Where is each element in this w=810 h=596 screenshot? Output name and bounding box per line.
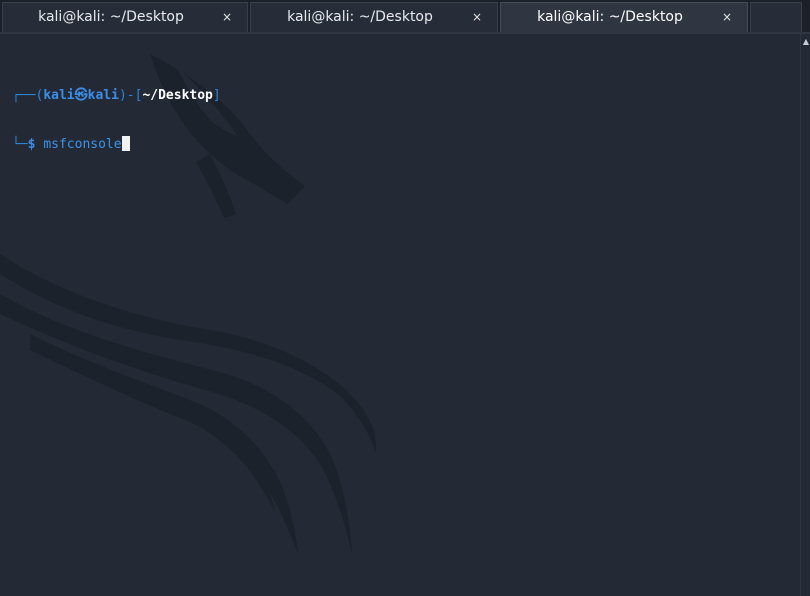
tab-title: kali@kali: ~/Desktop [537,9,683,25]
tab-title: kali@kali: ~/Desktop [38,9,184,25]
prompt-bracket-join: )-[ [118,88,143,103]
terminal-view[interactable]: ┌──(kali㉿kali)-[~/Desktop] └─$ msfconsol… [0,34,800,596]
prompt-dollar: $ [27,137,36,152]
prompt-line-2: └─$ msfconsole [12,136,221,152]
close-tab-icon[interactable]: × [221,11,233,23]
prompt-bracket-close: ] [212,88,221,103]
tab-bar: kali@kali: ~/Desktop × kali@kali: ~/Desk… [0,0,810,34]
prompt-frame-top: ┌──( [12,88,44,103]
close-tab-icon[interactable]: × [721,11,733,23]
prompt-line-1: ┌──(kali㉿kali)-[~/Desktop] [12,88,221,104]
terminal-scrollbar[interactable]: ▲ [800,34,810,596]
typed-command: msfconsole [43,137,122,152]
prompt-host: kali [87,88,119,103]
tab-overflow-edge [750,2,802,32]
prompt-frame-bottom: └─ [12,137,28,152]
tab-title: kali@kali: ~/Desktop [287,9,433,25]
terminal-tab-3-active[interactable]: kali@kali: ~/Desktop × [500,2,748,32]
prompt-path: ~/Desktop [142,88,213,103]
scroll-up-arrow-icon[interactable]: ▲ [802,38,810,46]
terminal-output: ┌──(kali㉿kali)-[~/Desktop] └─$ msfconsol… [12,56,221,184]
terminal-tab-2[interactable]: kali@kali: ~/Desktop × [250,2,498,32]
prompt-separator-symbol: ㉿ [74,88,88,103]
text-cursor [121,136,130,151]
prompt-user: kali [43,88,75,103]
close-tab-icon[interactable]: × [471,11,483,23]
terminal-tab-1[interactable]: kali@kali: ~/Desktop × [2,2,248,32]
